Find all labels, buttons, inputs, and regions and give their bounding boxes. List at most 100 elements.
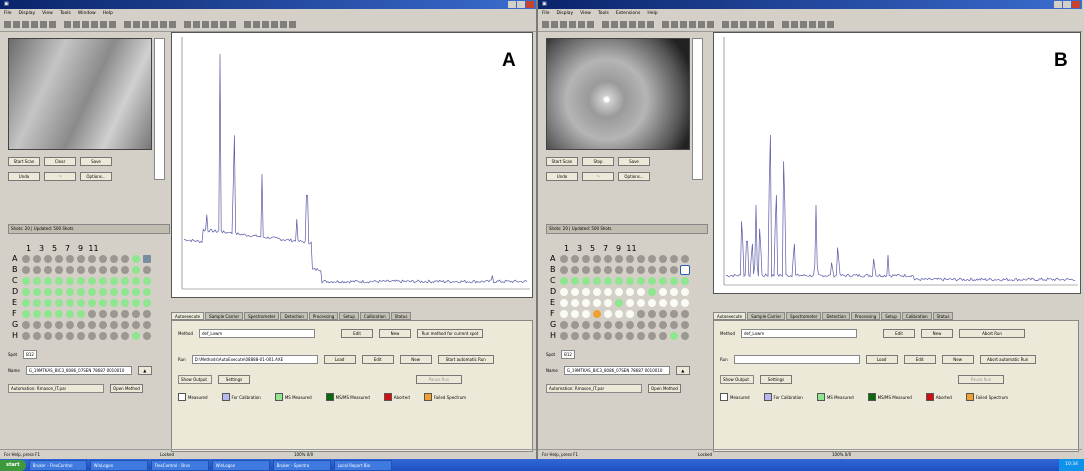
plate-well[interactable]: [121, 265, 129, 274]
plate-well[interactable]: [593, 265, 601, 274]
plate-well[interactable]: [582, 331, 590, 340]
toolbar-button-icon[interactable]: [244, 21, 251, 28]
plate-well[interactable]: [593, 320, 601, 329]
plate-well[interactable]: [681, 254, 689, 263]
undo-button[interactable]: Undo: [546, 172, 578, 181]
plate-well[interactable]: [33, 331, 41, 340]
plate-well[interactable]: [121, 320, 129, 329]
menu-item[interactable]: Help: [103, 11, 113, 16]
menu-item[interactable]: Window: [78, 11, 96, 16]
name-field[interactable]: G_19MTKAS_BIC3_8086_07SEN 78687 0010010: [563, 366, 670, 375]
toolbar-button-icon[interactable]: [707, 21, 714, 28]
eject-button[interactable]: ▲: [137, 366, 152, 375]
toolbar-button-icon[interactable]: [178, 21, 182, 28]
plate-well[interactable]: [637, 309, 645, 318]
toolbar-button-icon[interactable]: [193, 21, 200, 28]
plate-well[interactable]: [615, 287, 623, 296]
plate-well[interactable]: [571, 276, 579, 285]
plate-well[interactable]: [615, 298, 623, 307]
plate-well[interactable]: [582, 276, 590, 285]
plate-well[interactable]: [22, 309, 30, 318]
toolbar-button-icon[interactable]: [629, 21, 636, 28]
plate-well[interactable]: [44, 276, 52, 285]
run-new-button[interactable]: New: [941, 355, 974, 364]
plate-well[interactable]: [66, 276, 74, 285]
plate-well[interactable]: [582, 309, 590, 318]
plate-well[interactable]: [615, 309, 623, 318]
toolbar-button-icon[interactable]: [578, 21, 585, 28]
plate-well[interactable]: [88, 298, 96, 307]
plate-well[interactable]: [681, 287, 689, 296]
plate-well[interactable]: [582, 287, 590, 296]
plate-well[interactable]: [44, 287, 52, 296]
toolbar-button-icon[interactable]: [818, 21, 825, 28]
plate-well[interactable]: [143, 276, 151, 285]
show-output-checkbox[interactable]: Show Output: [178, 375, 212, 384]
plate-well[interactable]: [560, 331, 568, 340]
toolbar-button-icon[interactable]: [782, 21, 789, 28]
plate-well[interactable]: [571, 309, 579, 318]
plate-well[interactable]: [593, 287, 601, 296]
toolbar-button-icon[interactable]: [647, 21, 654, 28]
plate-well[interactable]: [571, 298, 579, 307]
run-edit-button[interactable]: Edit: [361, 355, 394, 364]
plate-well[interactable]: [110, 331, 118, 340]
plate-well[interactable]: [132, 331, 140, 340]
minimize-icon[interactable]: [508, 1, 516, 8]
toolbar-button-icon[interactable]: [680, 21, 687, 28]
plate-well[interactable]: [626, 320, 634, 329]
toolbar-button-icon[interactable]: [596, 21, 600, 28]
plate-well[interactable]: [121, 331, 129, 340]
toolbar-button-icon[interactable]: [220, 21, 227, 28]
tab-setup[interactable]: Setup: [881, 312, 901, 320]
open-method-button[interactable]: Open Method: [648, 384, 681, 393]
plate-well[interactable]: [593, 309, 601, 318]
plate-well[interactable]: [22, 298, 30, 307]
plate-well[interactable]: [66, 320, 74, 329]
plate-well[interactable]: [659, 287, 667, 296]
plate-well[interactable]: [626, 265, 634, 274]
plate-well[interactable]: [66, 331, 74, 340]
tab-autoexecute[interactable]: Autoexecute: [713, 312, 747, 320]
plate-well[interactable]: [55, 320, 63, 329]
load-button[interactable]: Load: [865, 355, 898, 364]
spectrum-chart[interactable]: [713, 32, 1081, 294]
toolbar-button-icon[interactable]: [551, 21, 558, 28]
plate-well[interactable]: [121, 298, 129, 307]
toolbar-button-icon[interactable]: [280, 21, 287, 28]
plate-well[interactable]: [648, 265, 656, 274]
plate-well[interactable]: [593, 254, 601, 263]
plate-well[interactable]: [571, 265, 579, 274]
close-icon[interactable]: [526, 1, 534, 8]
plate-well[interactable]: [593, 298, 601, 307]
toolbar-button-icon[interactable]: [758, 21, 765, 28]
plate-well[interactable]: [604, 254, 612, 263]
toolbar-button-icon[interactable]: [671, 21, 678, 28]
show-output-checkbox[interactable]: Show Output: [720, 375, 754, 384]
toolbar-button-icon[interactable]: [800, 21, 807, 28]
toolbar-button-icon[interactable]: [133, 21, 140, 28]
plate-well[interactable]: [637, 276, 645, 285]
plate-well[interactable]: [88, 309, 96, 318]
options-button[interactable]: Options...: [80, 172, 112, 181]
plate-well[interactable]: [121, 309, 129, 318]
method-select[interactable]: def_Lowm: [741, 329, 858, 338]
plate-well[interactable]: [637, 254, 645, 263]
plate-well[interactable]: [560, 265, 568, 274]
plate-well[interactable]: [110, 320, 118, 329]
toolbar-button-icon[interactable]: [716, 21, 720, 28]
toolbar-button-icon[interactable]: [238, 21, 242, 28]
plate-well[interactable]: [99, 254, 107, 263]
tab-detection[interactable]: Detection: [822, 312, 850, 320]
plate-well[interactable]: [55, 276, 63, 285]
eject-button[interactable]: ▲: [675, 366, 690, 375]
plate-well[interactable]: [648, 320, 656, 329]
plate-well[interactable]: [582, 298, 590, 307]
plate-well[interactable]: [659, 331, 667, 340]
plate-well[interactable]: [99, 287, 107, 296]
plate-well[interactable]: [66, 298, 74, 307]
menu-item[interactable]: Tools: [598, 11, 609, 16]
maximize-icon[interactable]: [1063, 1, 1071, 8]
settings-button[interactable]: Settings: [218, 375, 250, 384]
toolbar-button-icon[interactable]: [767, 21, 774, 28]
